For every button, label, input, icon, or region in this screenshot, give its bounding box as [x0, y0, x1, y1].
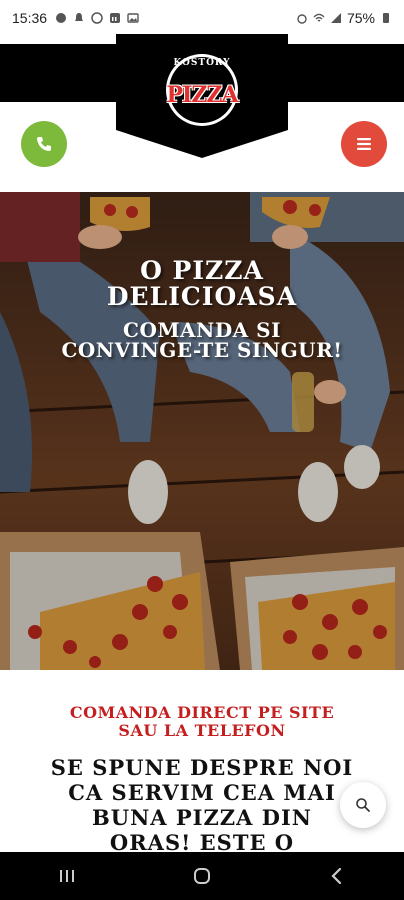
- hero-heading-line2: DELICIOASA: [106, 282, 298, 311]
- wifi-icon: [313, 13, 325, 22]
- recents-button[interactable]: [37, 852, 97, 900]
- hero-banner: O PIZZA DELICIOASA COMANDA SI CONVINGE-T…: [0, 192, 404, 670]
- messenger-icon: [91, 12, 103, 24]
- menu-button[interactable]: [341, 121, 387, 167]
- signal-icon: [330, 13, 341, 23]
- gallery-icon: [127, 13, 139, 23]
- phone-button[interactable]: [21, 121, 67, 167]
- linkedin-icon: [110, 13, 121, 23]
- back-icon: [331, 867, 341, 885]
- alarm-icon: [297, 14, 307, 24]
- search-button[interactable]: [340, 782, 386, 828]
- system-nav-bar: [0, 852, 404, 900]
- logo-main-text: PIZZA: [166, 82, 238, 108]
- logo-top-text: KOSTORY: [173, 58, 231, 68]
- home-icon: [193, 868, 210, 884]
- status-right: 75%: [296, 10, 392, 26]
- order-subheading-line1: COMANDA DIRECT PE SITE: [69, 703, 335, 722]
- hero-heading-line1: O PIZZA: [140, 256, 264, 285]
- hero-subheading-line2: CONVINGE-TE SINGUR!: [61, 338, 343, 362]
- phone-icon: [37, 137, 51, 151]
- recents-icon: [60, 870, 75, 882]
- battery-icon: [383, 13, 389, 23]
- battery-level: 75%: [346, 10, 375, 26]
- notification-icons: [55, 12, 139, 24]
- status-bar: 15:36 75%: [0, 0, 404, 36]
- bell-icon: [75, 13, 84, 21]
- order-subheading-line2: SAU LA TELEFON: [118, 721, 286, 740]
- notification-icon: [56, 13, 67, 23]
- home-button[interactable]: [172, 852, 232, 900]
- site-logo[interactable]: KOSTORY PIZZA: [155, 50, 249, 130]
- hamburger-menu-icon: [357, 138, 371, 150]
- search-icon: [356, 798, 370, 812]
- about-text-line1: SE SPUNE DESPRE NOI: [50, 755, 354, 780]
- status-time: 15:36: [12, 10, 48, 26]
- back-button[interactable]: [307, 852, 367, 900]
